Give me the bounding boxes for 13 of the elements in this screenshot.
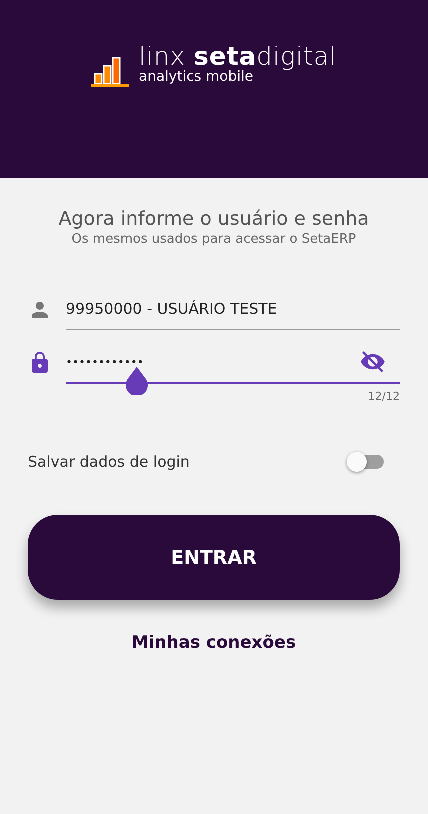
save-login-toggle[interactable] <box>350 455 384 469</box>
password-field[interactable]: •••••••••••• <box>66 356 360 368</box>
login-title: Agora informe o usuário e senha <box>58 208 370 230</box>
character-counter: 12/12 <box>368 390 400 403</box>
logo-text: linx setadigital <box>139 42 337 71</box>
eye-off-icon[interactable] <box>360 349 386 375</box>
login-subtitle: Os mesmos usados para acessar o SetaERP <box>70 232 358 247</box>
connections-link[interactable]: Minhas conexões <box>132 633 296 653</box>
logo-tagline: analytics mobile <box>139 70 255 84</box>
login-button[interactable]: ENTRAR <box>28 515 400 600</box>
username-field[interactable]: 99950000 - USUÁRIO TESTE <box>66 300 400 318</box>
cursor-handle[interactable] <box>124 367 150 395</box>
save-login-label: Salvar dados de login <box>28 453 190 471</box>
